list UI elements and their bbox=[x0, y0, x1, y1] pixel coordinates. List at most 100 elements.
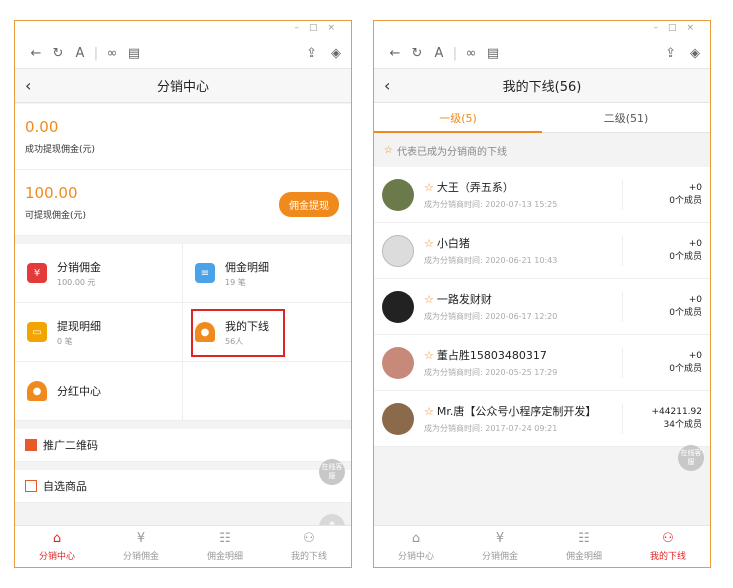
person-icon: ● bbox=[27, 381, 47, 401]
bag-icon bbox=[25, 480, 37, 492]
grid-item-dividend[interactable]: ● 分红中心 bbox=[15, 362, 183, 421]
link-icon[interactable]: ∞ bbox=[460, 46, 482, 61]
member-time: 成为分销商时间: 2020-06-21 10:43 bbox=[424, 256, 558, 265]
avatar bbox=[382, 346, 414, 379]
people-icon: ⚇ bbox=[303, 530, 315, 546]
list-item[interactable]: ☆ 董占胜15803480317 成为分销商时间: 2020-05-25 17:29… bbox=[374, 335, 710, 391]
member-count: 0个成员 bbox=[669, 196, 702, 206]
member-amount: +0 bbox=[688, 239, 702, 249]
row-products[interactable]: 自选商品 bbox=[15, 470, 351, 503]
online-service-button[interactable]: 在线客服 bbox=[678, 445, 704, 471]
star-icon: ☆ bbox=[424, 349, 434, 362]
withdrawn-amount: 0.00 bbox=[25, 118, 59, 136]
calendar-icon[interactable]: ▤ bbox=[482, 46, 504, 61]
star-icon: ☆ bbox=[424, 237, 434, 250]
grid-title: 佣金明细 bbox=[225, 260, 269, 274]
tab-my-downline[interactable]: ⚇ 我的下线 bbox=[267, 526, 351, 567]
withdrawn-balance: 0.00 成功提现佣金(元) bbox=[15, 104, 351, 170]
grid-title: 分红中心 bbox=[57, 385, 101, 398]
grid-title: 分销佣金 bbox=[57, 260, 101, 274]
row-label: 自选商品 bbox=[43, 480, 87, 493]
refresh-icon[interactable]: ↻ bbox=[47, 46, 69, 61]
withdrawn-label: 成功提现佣金(元) bbox=[25, 145, 96, 155]
yen-icon: ¥ bbox=[495, 530, 505, 546]
grid-item-empty bbox=[183, 362, 351, 421]
list-icon: ☷ bbox=[578, 530, 590, 546]
money-bag-icon: ¥ bbox=[27, 263, 47, 283]
star-icon: ☆ bbox=[424, 405, 434, 418]
list-item[interactable]: ☆ Mr.唐【公众号小程序定制开发】 成为分销商时间: 2017-07-24 09:… bbox=[374, 391, 710, 447]
avatar bbox=[382, 402, 414, 435]
link-icon[interactable]: ∞ bbox=[101, 46, 123, 61]
tab-level-1[interactable]: 一级(5) bbox=[374, 103, 542, 133]
member-amount: +0 bbox=[688, 351, 702, 361]
star-icon: ☆ bbox=[424, 181, 434, 194]
divider: | bbox=[93, 46, 99, 61]
grid-sub: 19 笔 bbox=[225, 277, 246, 287]
grid-sub: 0 笔 bbox=[57, 336, 73, 346]
list-item[interactable]: ☆ 大王（弄五系） 成为分销商时间: 2020-07-13 15:25 +0 0个成员 bbox=[374, 167, 710, 223]
back-chevron-icon[interactable]: ‹ bbox=[25, 76, 31, 95]
member-amount: +0 bbox=[688, 183, 702, 193]
nav-bar: ‹ 分销中心 bbox=[15, 69, 351, 103]
member-name: 一路发财财 bbox=[436, 293, 492, 306]
back-chevron-icon[interactable]: ‹ bbox=[384, 76, 390, 95]
member-amount: +0 bbox=[688, 295, 702, 305]
list-item[interactable]: ☆ 小白猪 成为分销商时间: 2020-06-21 10:43 +0 0个成员 bbox=[374, 223, 710, 279]
cube-icon[interactable]: ◈ bbox=[331, 46, 341, 61]
grid-item-withdraw-detail[interactable]: ▭ 提现明细 0 笔 bbox=[15, 303, 183, 362]
font-icon[interactable]: A bbox=[428, 46, 450, 61]
tab-commission-detail[interactable]: ☷ 佣金明细 bbox=[542, 526, 626, 567]
right-window: –□× ← ↻ A | ∞ ▤ ⇪ ◈ ‹ 我的下线(56) 一级(5) 二级(… bbox=[373, 20, 711, 568]
withdraw-button[interactable]: 佣金提现 bbox=[279, 192, 339, 217]
left-window: –□× ← ↻ A | ∞ ▤ ⇪ ◈ ‹ 分销中心 0.00 成功提现佣金(元… bbox=[14, 20, 352, 568]
grid-item-commission-detail[interactable]: ≡ 佣金明细 19 笔 bbox=[183, 244, 351, 303]
online-service-button[interactable]: 在线客服 bbox=[319, 459, 345, 485]
tab-commission[interactable]: ¥ 分销佣金 bbox=[458, 526, 542, 567]
calendar-icon[interactable]: ▤ bbox=[123, 46, 145, 61]
avatar bbox=[382, 178, 414, 211]
home-icon: ⌂ bbox=[411, 530, 421, 546]
refresh-icon[interactable]: ↻ bbox=[406, 46, 428, 61]
member-time: 成为分销商时间: 2020-05-25 17:29 bbox=[424, 368, 558, 377]
member-amount: +44211.92 bbox=[651, 407, 702, 417]
row-label: 推广二维码 bbox=[43, 439, 98, 452]
font-icon[interactable]: A bbox=[69, 46, 91, 61]
clipboard-icon: ≡ bbox=[195, 263, 215, 283]
people-icon: ⚇ bbox=[662, 530, 674, 546]
back-arrow-icon[interactable]: ← bbox=[384, 46, 406, 61]
tab-level-2[interactable]: 二级(51) bbox=[542, 103, 710, 132]
share-icon[interactable]: ⇪ bbox=[306, 46, 317, 61]
row-qrcode[interactable]: 推广二维码 bbox=[15, 429, 351, 462]
window-titlebar: –□× bbox=[374, 21, 710, 39]
star-icon: ☆ bbox=[424, 293, 434, 306]
grid-item-commission[interactable]: ¥ 分销佣金 100.00 元 bbox=[15, 244, 183, 303]
home-icon: ⌂ bbox=[52, 530, 62, 546]
grid-item-my-downline[interactable]: ● 我的下线 56人 bbox=[183, 303, 351, 362]
share-icon[interactable]: ⇪ bbox=[665, 46, 676, 61]
member-name: 小白猪 bbox=[436, 237, 470, 250]
member-time: 成为分销商时间: 2020-06-17 12:20 bbox=[424, 312, 558, 321]
member-time: 成为分销商时间: 2020-07-13 15:25 bbox=[424, 200, 558, 209]
list-item[interactable]: ☆ 一路发财财 成为分销商时间: 2020-06-17 12:20 +0 0个成员 bbox=[374, 279, 710, 335]
highlight-box bbox=[191, 309, 285, 357]
tab-distribution-center[interactable]: ⌂ 分销中心 bbox=[374, 526, 458, 567]
back-arrow-icon[interactable]: ← bbox=[25, 46, 47, 61]
tab-my-downline[interactable]: ⚇ 我的下线 bbox=[626, 526, 710, 567]
tab-commission-detail[interactable]: ☷ 佣金明细 bbox=[183, 526, 267, 567]
tab-distribution-center[interactable]: ⌂ 分销中心 bbox=[15, 526, 99, 567]
member-count: 0个成员 bbox=[669, 364, 702, 374]
avatar bbox=[382, 290, 414, 323]
cube-icon[interactable]: ◈ bbox=[690, 46, 700, 61]
bottom-tabbar: ⌂ 分销中心 ¥ 分销佣金 ☷ 佣金明细 ⚇ 我的下线 bbox=[374, 525, 710, 567]
tab-commission[interactable]: ¥ 分销佣金 bbox=[99, 526, 183, 567]
wallet-icon: ▭ bbox=[27, 322, 47, 342]
window-controls[interactable]: –□× bbox=[294, 23, 345, 33]
window-controls[interactable]: –□× bbox=[653, 23, 704, 33]
level-tabs: 一级(5) 二级(51) bbox=[374, 103, 710, 133]
content[interactable]: 0.00 成功提现佣金(元) 100.00 可提现佣金(元) 佣金提现 ¥ 分销… bbox=[15, 104, 351, 525]
star-icon: ☆ bbox=[384, 144, 393, 156]
yen-icon: ¥ bbox=[136, 530, 146, 546]
window-titlebar: –□× bbox=[15, 21, 351, 39]
scroll-top-icon[interactable]: ↑ bbox=[319, 514, 345, 525]
